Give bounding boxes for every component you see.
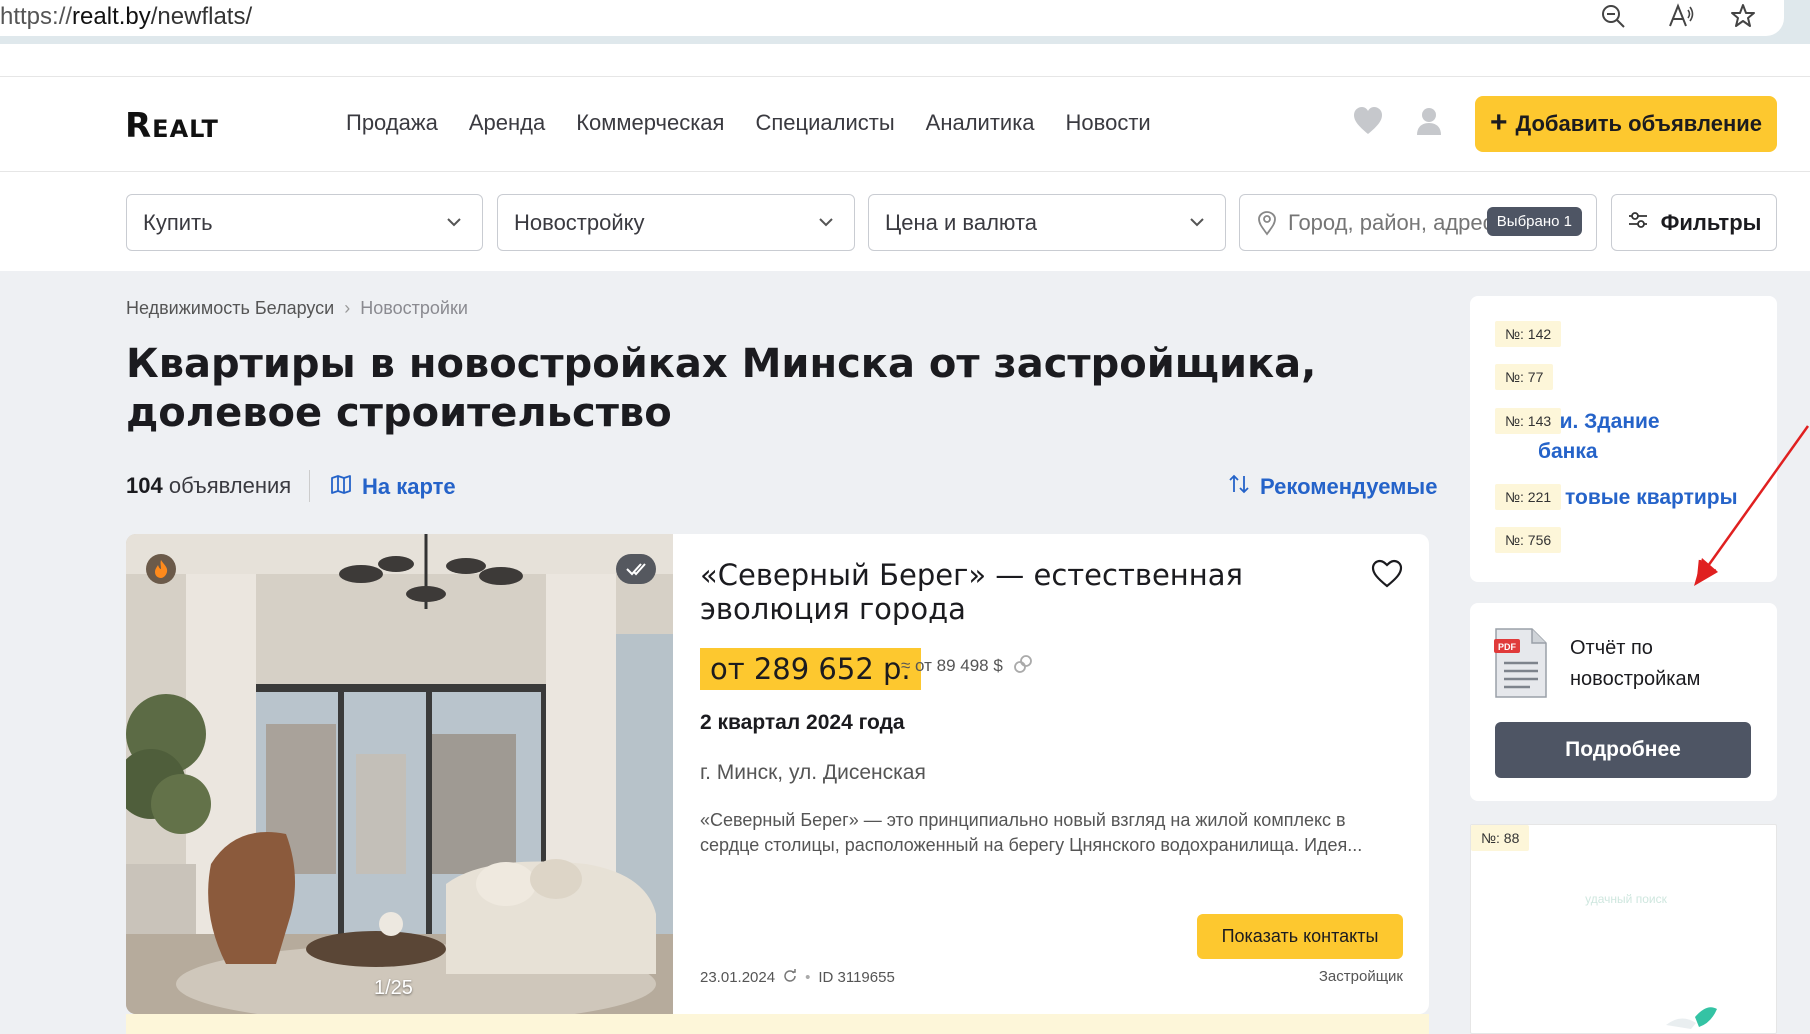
sort-label: Рекомендуемые bbox=[1260, 474, 1438, 499]
currency-link-icon[interactable] bbox=[1012, 653, 1034, 675]
deal-type-select[interactable]: Купить bbox=[126, 194, 483, 251]
verified-check-icon bbox=[616, 554, 656, 584]
plus-icon: + bbox=[1489, 105, 1508, 139]
url-host: realt.by bbox=[72, 3, 151, 30]
meta-dot-separator: • bbox=[805, 968, 811, 986]
nav-item-commercial[interactable]: Коммерческая bbox=[576, 110, 724, 136]
url-text[interactable]: https://realt.by/newflats/ bbox=[0, 3, 252, 31]
on-map-label: На карте bbox=[362, 474, 456, 499]
promo-link-auction-2[interactable]: банка bbox=[1538, 440, 1598, 464]
promo-number-tag: №: 221 bbox=[1495, 484, 1562, 510]
add-listing-label: Добавить объявление bbox=[1515, 111, 1762, 136]
photo-counter: 1/25 bbox=[374, 977, 413, 999]
listing-count-number: 104 bbox=[126, 473, 163, 498]
nav-item-news[interactable]: Новости bbox=[1066, 110, 1151, 136]
report-title: Отчёт по новостройкам bbox=[1570, 637, 1701, 690]
selected-count-badge: Выбрано 1 bbox=[1486, 207, 1582, 236]
nav-item-specialists[interactable]: Специалисты bbox=[755, 110, 894, 136]
property-type-select[interactable]: Новостройку bbox=[497, 194, 855, 251]
ad-number-tag: №: 88 bbox=[1471, 825, 1530, 851]
read-aloud-icon[interactable] bbox=[1666, 2, 1696, 32]
header-divider-bottom bbox=[0, 171, 1810, 172]
listing-price: от 289 652 р. bbox=[700, 648, 921, 690]
deal-type-value: Купить bbox=[143, 210, 213, 235]
on-map-link[interactable]: На карте bbox=[330, 473, 456, 501]
chevron-right-icon: › bbox=[344, 298, 351, 318]
favorites-heart-icon[interactable] bbox=[1351, 104, 1385, 138]
annotation-arrow-icon bbox=[1694, 425, 1810, 586]
hot-flame-icon bbox=[146, 554, 176, 584]
promo-number-tag: №: 143 bbox=[1495, 408, 1562, 434]
sidebar-ad-banner[interactable]: №: 88 удачный поиск bbox=[1470, 824, 1777, 1034]
show-contacts-button[interactable]: Показать контакты bbox=[1197, 914, 1403, 959]
ad-text: удачный поиск bbox=[1585, 892, 1667, 906]
chevron-down-icon bbox=[1189, 195, 1209, 272]
zoom-out-icon[interactable] bbox=[1598, 2, 1628, 32]
count-divider bbox=[309, 470, 310, 502]
location-field[interactable]: Выбрано 1 bbox=[1239, 194, 1597, 251]
completion-term: 2 квартал 2024 года bbox=[700, 711, 905, 734]
promo-number-tag: №: 142 bbox=[1495, 321, 1562, 347]
promo-number-tag: №: 77 bbox=[1495, 364, 1554, 390]
next-card-strip bbox=[126, 1014, 1429, 1034]
nav-item-rent[interactable]: Аренда bbox=[469, 110, 545, 136]
main-nav: Продажа Аренда Коммерческая Специалисты … bbox=[346, 110, 1182, 136]
sort-arrows-icon bbox=[1228, 473, 1250, 501]
price-currency-value: Цена и валюта bbox=[885, 210, 1038, 235]
listing-title[interactable]: «Северный Берег» — естественная эволюция… bbox=[700, 558, 1280, 626]
location-pin-icon bbox=[1256, 210, 1278, 236]
site-logo[interactable]: Realt bbox=[125, 106, 219, 146]
site-header: Realt Продажа Аренда Коммерческая Специа… bbox=[0, 44, 1810, 271]
nav-item-analytics[interactable]: Аналитика bbox=[926, 110, 1035, 136]
address-bar[interactable]: https://realt.by/newflats/ bbox=[0, 0, 1784, 36]
map-icon bbox=[330, 473, 352, 501]
listing-price-usd: ≈ от 89 498 $ bbox=[901, 656, 1003, 675]
page-title: Квартиры в новостройках Минска от застро… bbox=[126, 341, 1317, 436]
favorite-star-icon[interactable] bbox=[1728, 2, 1758, 32]
promo-number-tag: №: 756 bbox=[1495, 527, 1562, 553]
chevron-down-icon bbox=[446, 195, 466, 272]
sort-dropdown[interactable]: Рекомендуемые bbox=[1228, 473, 1437, 501]
listing-description: «Северный Берег» — это принципиально нов… bbox=[700, 810, 1363, 855]
listing-photo[interactable]: 1/25 bbox=[126, 534, 673, 1014]
breadcrumb-root[interactable]: Недвижимость Беларуси bbox=[126, 298, 334, 319]
browser-toolbar: https://realt.by/newflats/ bbox=[0, 0, 1810, 44]
url-path: /newflats/ bbox=[150, 3, 253, 30]
breadcrumb-current: Новостройки bbox=[360, 298, 468, 318]
report-card: PDF Отчёт по новостройкам Подробнее bbox=[1470, 603, 1777, 801]
chevron-down-icon bbox=[818, 195, 838, 272]
url-scheme: https:// bbox=[0, 3, 73, 30]
listing-meta: 23.01.2024 • ID 3119655 bbox=[700, 968, 895, 986]
refresh-icon bbox=[783, 968, 797, 986]
listing-date: 23.01.2024 bbox=[700, 968, 776, 986]
bird-illustration-icon bbox=[1666, 1007, 1717, 1029]
filters-button[interactable]: Фильтры bbox=[1611, 194, 1777, 251]
add-listing-button[interactable]: + Добавить объявление bbox=[1475, 96, 1777, 152]
favorite-heart-icon[interactable] bbox=[1370, 558, 1404, 590]
pdf-document-icon: PDF bbox=[1494, 627, 1548, 699]
header-divider-top bbox=[0, 76, 1810, 77]
svg-text:PDF: PDF bbox=[1498, 642, 1517, 652]
listing-address: г. Минск, ул. Дисенская bbox=[700, 761, 926, 784]
listing-count: 104 объявления bbox=[126, 473, 291, 499]
more-details-button[interactable]: Подробнее bbox=[1495, 722, 1751, 778]
listing-id: ID 3119655 bbox=[818, 968, 895, 986]
user-profile-icon[interactable] bbox=[1412, 104, 1446, 138]
filters-sliders-icon bbox=[1627, 209, 1649, 237]
price-currency-select[interactable]: Цена и валюта bbox=[868, 194, 1226, 251]
nav-item-sale[interactable]: Продажа bbox=[346, 110, 438, 136]
listing-card[interactable]: 1/25 «Северный Берег» — естественная эво… bbox=[126, 534, 1429, 1014]
listing-count-label: объявления bbox=[168, 473, 292, 498]
property-type-value: Новостройку bbox=[514, 210, 645, 235]
seller-type: Застройщик bbox=[1318, 968, 1403, 985]
filters-label: Фильтры bbox=[1660, 209, 1762, 235]
interior-photo-illustration bbox=[126, 534, 673, 1014]
breadcrumb: Недвижимость Беларуси › Новостройки bbox=[126, 298, 468, 319]
